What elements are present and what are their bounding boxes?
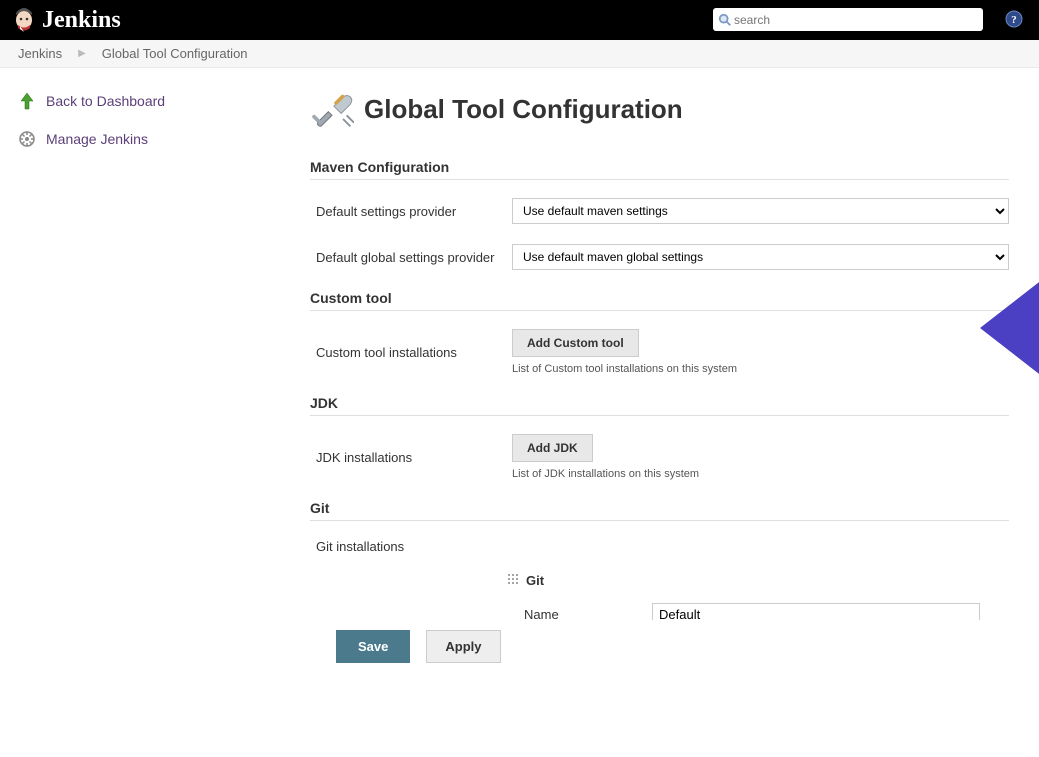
jenkins-face-icon [12, 5, 36, 36]
help-custom-tool: List of Custom tool installations on thi… [512, 363, 1009, 375]
section-custom-tool: Custom tool [310, 290, 1009, 311]
row-git: Git installations [310, 529, 1009, 564]
page-title-row: Global Tool Configuration [310, 86, 1009, 133]
breadcrumb-current[interactable]: Global Tool Configuration [102, 46, 248, 61]
git-item-title-row: Git [506, 572, 1009, 589]
section-git: Git [310, 500, 1009, 521]
section-maven: Maven Configuration [310, 159, 1009, 180]
add-jdk-button[interactable]: Add JDK [512, 434, 593, 462]
app-name: Jenkins [42, 7, 121, 34]
top-header: Jenkins ? [0, 0, 1039, 40]
gear-icon [16, 128, 38, 150]
select-global-settings[interactable]: Use default maven global settings [512, 244, 1009, 270]
breadcrumb: Jenkins ▶ Global Tool Configuration [0, 40, 1039, 68]
section-jdk: JDK [310, 395, 1009, 416]
row-global-settings: Default global settings provider Use def… [310, 234, 1009, 280]
row-custom-tool: Custom tool installations Add Custom too… [310, 319, 1009, 385]
help-icon[interactable]: ? [1005, 10, 1023, 28]
add-custom-tool-button[interactable]: Add Custom tool [512, 329, 639, 357]
label-jdk-installs: JDK installations [316, 450, 504, 465]
row-jdk: JDK installations Add JDK List of JDK in… [310, 424, 1009, 490]
page-title: Global Tool Configuration [364, 94, 683, 125]
git-item-title: Git [526, 573, 544, 588]
jenkins-logo[interactable]: Jenkins [12, 5, 121, 36]
up-arrow-icon [16, 90, 38, 112]
sidebar-item-manage[interactable]: Manage Jenkins [16, 122, 302, 160]
sidebar: Back to Dashboard Manage Jenkins [0, 68, 310, 757]
label-global-settings: Default global settings provider [316, 250, 504, 265]
sidebar-label-back: Back to Dashboard [46, 93, 165, 109]
svg-text:?: ? [1011, 14, 1017, 26]
label-default-settings: Default settings provider [316, 204, 504, 219]
select-default-settings[interactable]: Use default maven settings [512, 198, 1009, 224]
sidebar-label-manage: Manage Jenkins [46, 131, 148, 147]
apply-button[interactable]: Apply [426, 630, 500, 663]
label-git-installs: Git installations [316, 539, 504, 554]
label-custom-installs: Custom tool installations [316, 345, 504, 360]
breadcrumb-root[interactable]: Jenkins [18, 46, 62, 61]
bottom-button-bar: Save Apply [316, 620, 1039, 677]
row-default-settings: Default settings provider Use default ma… [310, 188, 1009, 234]
sidebar-item-back[interactable]: Back to Dashboard [16, 84, 302, 122]
drag-handle-icon[interactable] [506, 572, 520, 589]
breadcrumb-separator-icon: ▶ [78, 48, 86, 59]
search-input[interactable] [732, 13, 983, 27]
help-jdk: List of JDK installations on this system [512, 468, 1009, 480]
search-box[interactable] [713, 8, 983, 31]
save-button[interactable]: Save [336, 630, 410, 663]
tools-icon [310, 86, 354, 133]
search-icon [717, 12, 732, 27]
